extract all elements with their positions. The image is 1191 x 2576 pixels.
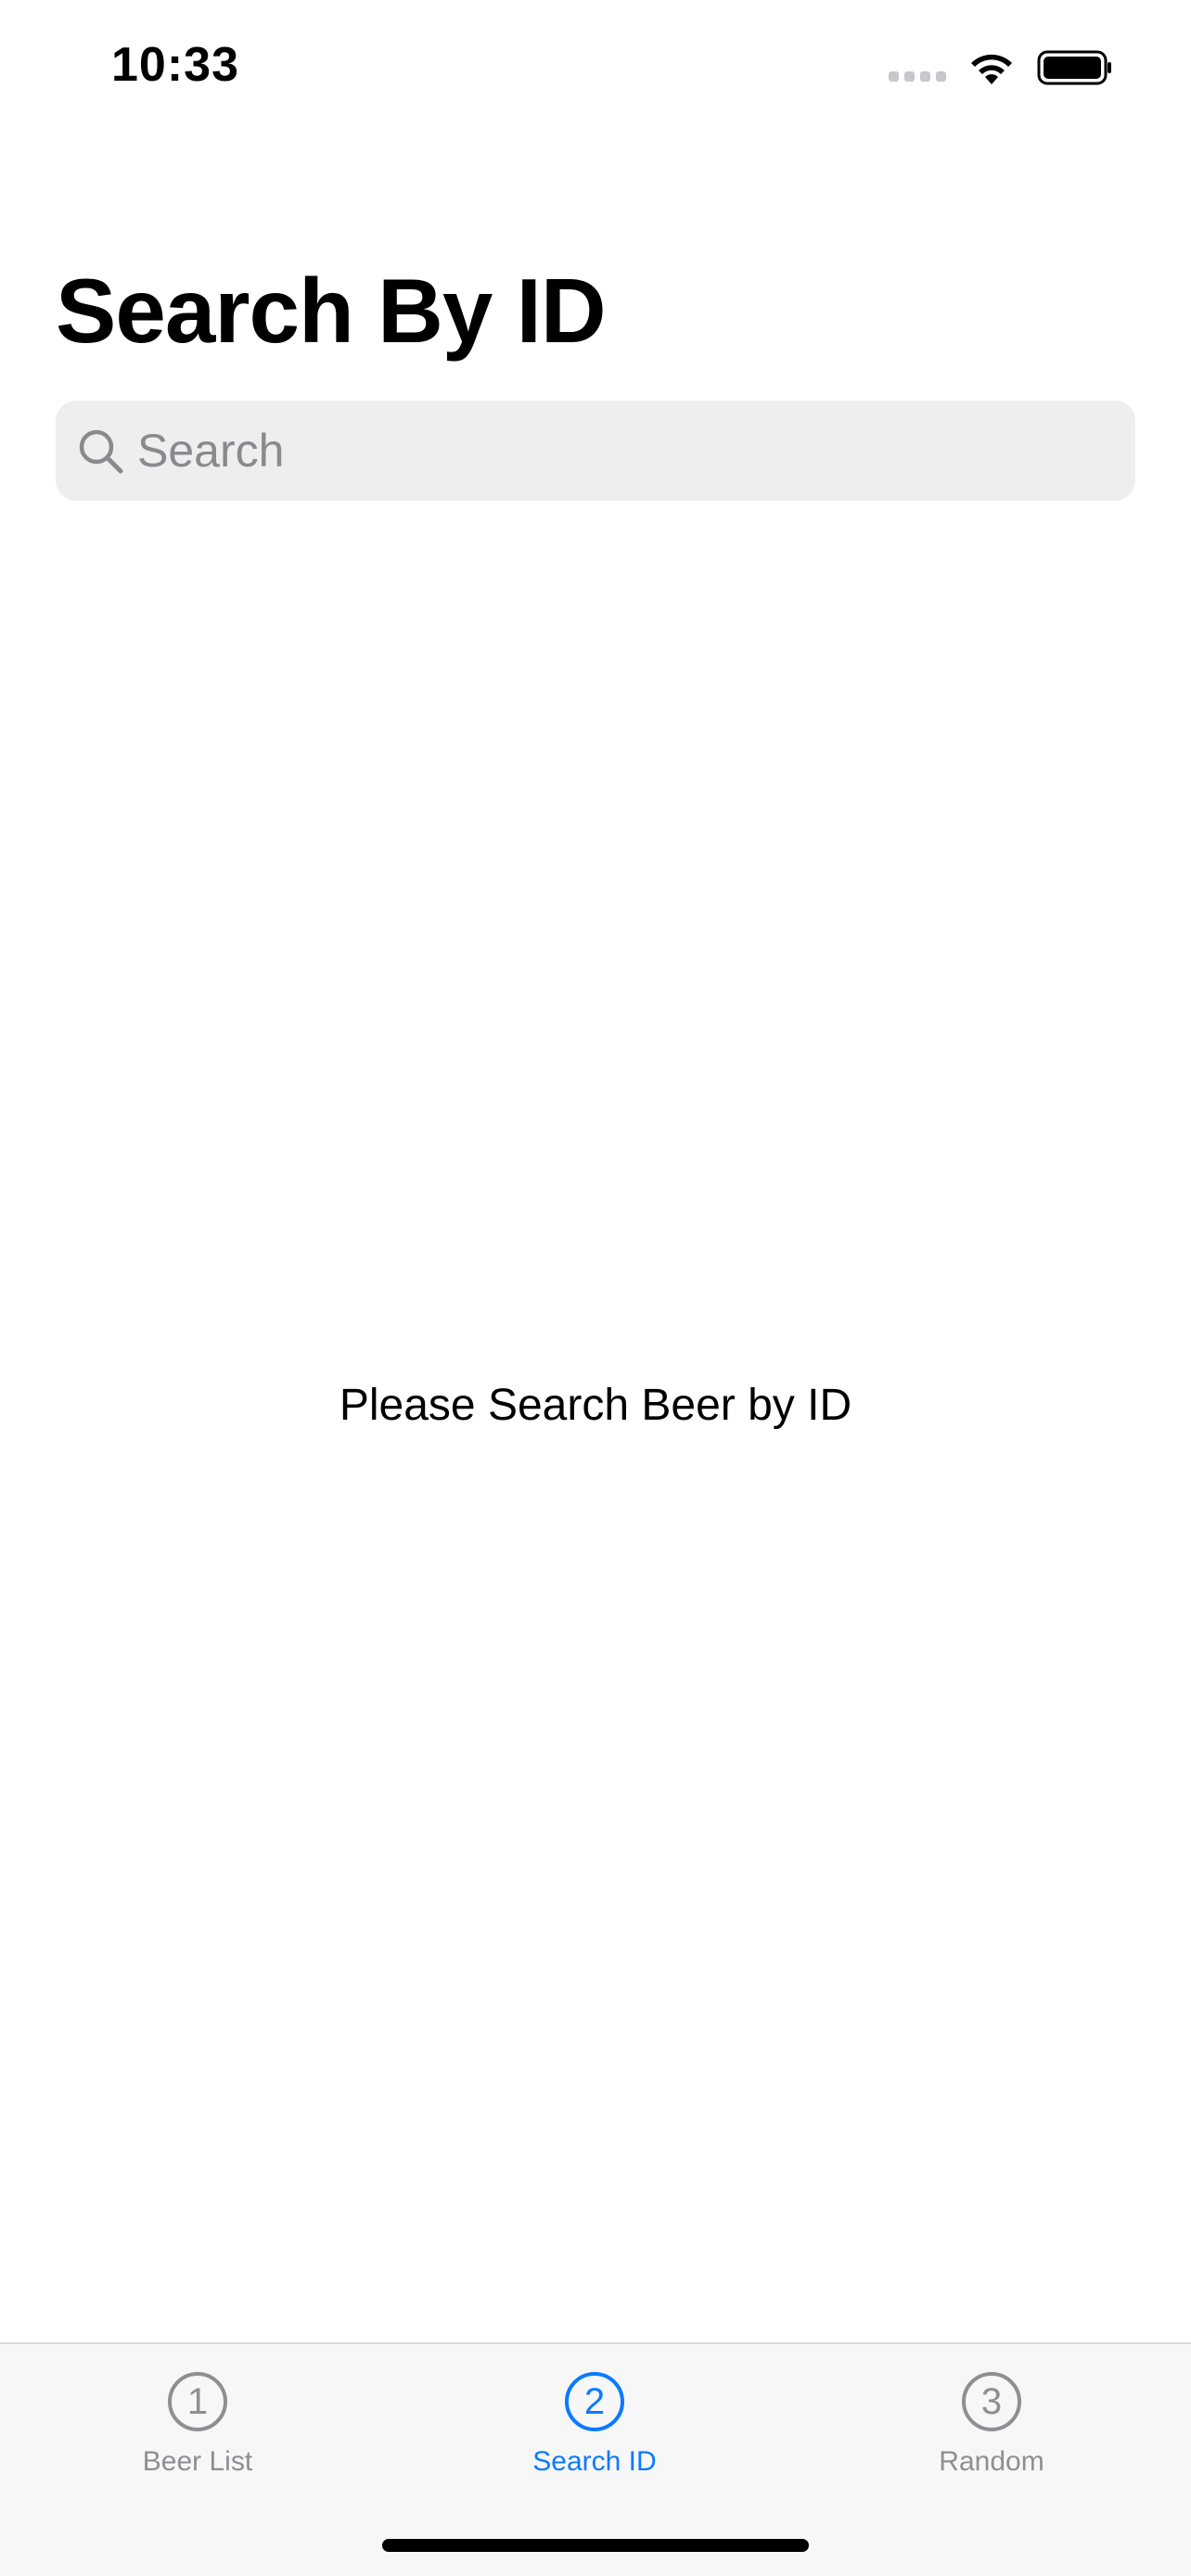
- tab-label: Search ID: [532, 2446, 657, 2477]
- empty-state-message: Please Search Beer by ID: [339, 1381, 852, 1430]
- tab-label: Beer List: [142, 2446, 253, 2477]
- home-indicator: [382, 2539, 809, 2552]
- number-1-circle-icon: 1: [168, 2372, 227, 2431]
- battery-icon: [1037, 50, 1111, 85]
- page-title: Search By ID: [56, 260, 607, 362]
- status-time: 10:33: [111, 38, 239, 92]
- number-3-circle-icon: 3: [962, 2372, 1021, 2431]
- status-bar: 10:33: [0, 0, 1191, 139]
- number-2-circle-icon: 2: [565, 2372, 624, 2431]
- search-field[interactable]: [56, 401, 1135, 501]
- tab-beer-list[interactable]: 1 Beer List: [58, 2372, 337, 2493]
- tab-search-id[interactable]: 2 Search ID: [455, 2372, 734, 2493]
- status-icons: [889, 45, 1113, 91]
- cellular-signal-icon: [889, 70, 946, 82]
- tab-label: Random: [939, 2446, 1044, 2477]
- search-input[interactable]: [137, 401, 1102, 501]
- search-icon: [79, 429, 123, 474]
- wifi-icon: [971, 54, 1012, 84]
- tab-random[interactable]: 3 Random: [852, 2372, 1131, 2493]
